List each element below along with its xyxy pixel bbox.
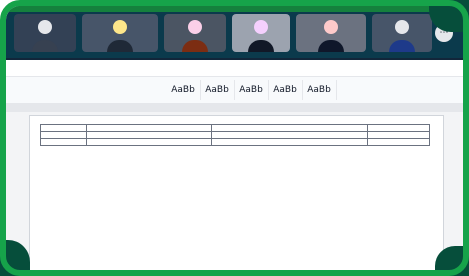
- decorative-border: [0, 0, 469, 276]
- screenshot-frame: ⋯ AaBb AaBb AaBb AaBb AaBb: [0, 0, 469, 276]
